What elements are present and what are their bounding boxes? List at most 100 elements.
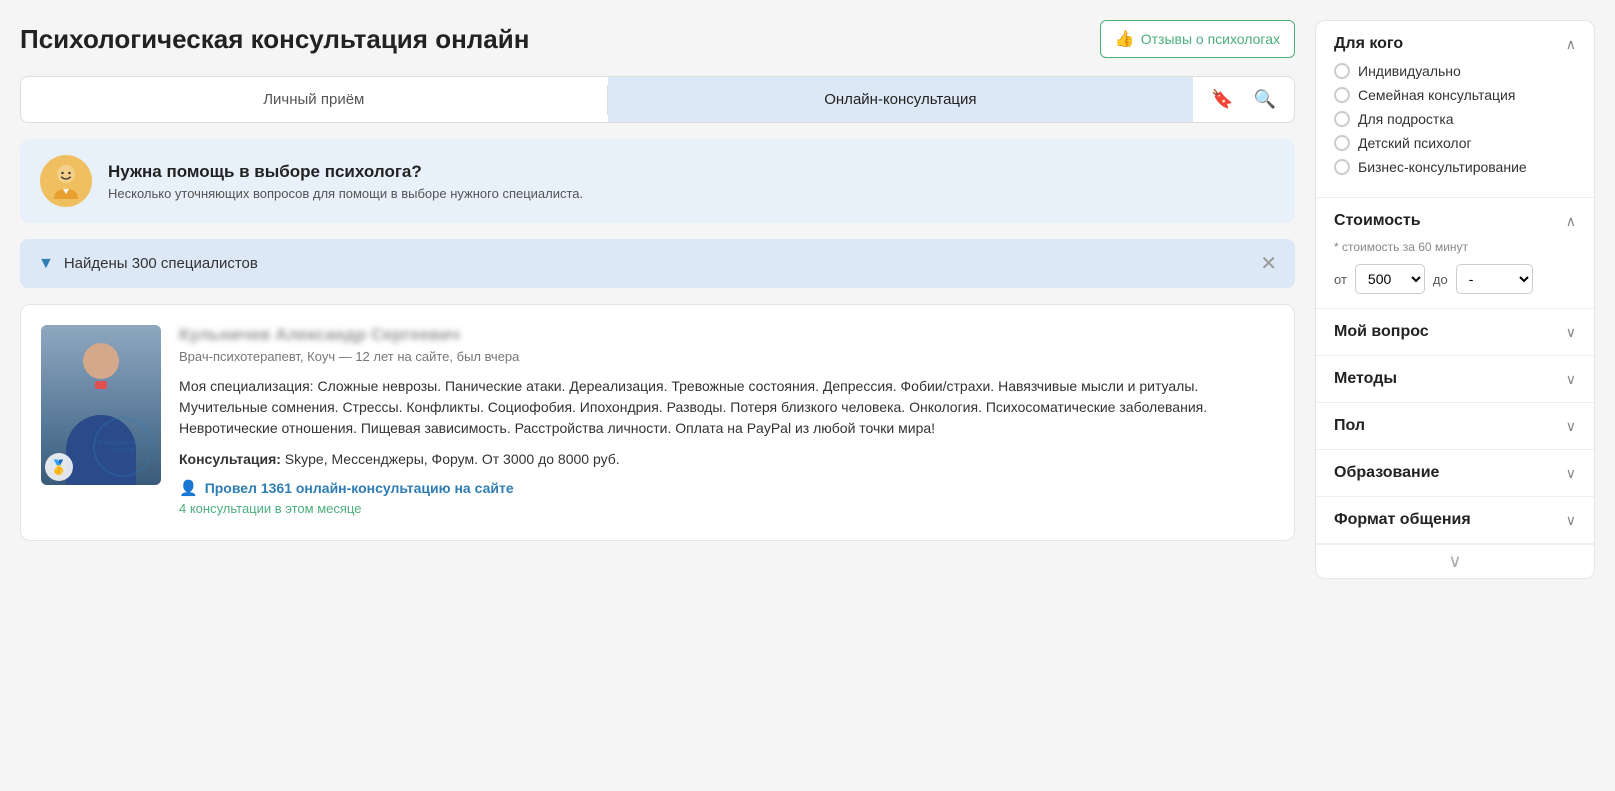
option-label-individualno: Индивидуально — [1358, 63, 1461, 79]
chevron-down-obrazovanie-icon: ∨ — [1566, 465, 1576, 482]
sidebar-section-header-stoimost[interactable]: Стоимость ∧ — [1334, 212, 1576, 230]
filter-option-individualno[interactable]: Индивидуально — [1334, 63, 1576, 79]
filter-options-stoimost: * стоимость за 60 минут от 500 1000 2000… — [1334, 240, 1576, 294]
page-title: Психологическая консультация онлайн — [20, 24, 529, 55]
specialist-description: Моя специализация: Сложные неврозы. Пани… — [179, 376, 1274, 439]
stat-row-count: 👤 Провел 1361 онлайн-консультацию на сай… — [179, 479, 1274, 497]
filter-option-biznes[interactable]: Бизнес-консультирование — [1334, 159, 1576, 175]
main-content: Психологическая консультация онлайн 👍 От… — [20, 20, 1295, 579]
cost-to-label: до — [1433, 272, 1448, 287]
watermark-area: Психологическая служба — [93, 417, 153, 477]
filter-close-button[interactable]: ✕ — [1260, 251, 1277, 276]
watermark-text: Психологическая служба — [95, 440, 151, 454]
filter-option-podrostok[interactable]: Для подростка — [1334, 111, 1576, 127]
tabs-row: Личный приём Онлайн-консультация 🔖 🔍 — [20, 76, 1295, 123]
chevron-down-moy-vopros-icon: ∨ — [1566, 324, 1576, 341]
cost-from-label: от — [1334, 272, 1347, 287]
reviews-label: Отзывы о психологах — [1141, 31, 1280, 47]
help-avatar — [40, 155, 92, 207]
help-banner[interactable]: Нужна помощь в выборе психолога? Несколь… — [20, 139, 1295, 223]
stat-person-icon: 👤 — [179, 479, 198, 497]
bookmark-button[interactable]: 🔖 — [1201, 81, 1243, 118]
sidebar-section-moy-vopros: Мой вопрос ∨ — [1316, 309, 1594, 356]
page-header: Психологическая консультация онлайн 👍 От… — [20, 20, 1295, 58]
sidebar-section-metody: Методы ∨ — [1316, 356, 1594, 403]
card-stats: 👤 Провел 1361 онлайн-консультацию на сай… — [179, 479, 1274, 516]
option-label-detskiy: Детский психолог — [1358, 135, 1472, 151]
filter-option-semeynaya[interactable]: Семейная консультация — [1334, 87, 1576, 103]
filter-bar: ▼ Найдены 300 специалистов ✕ — [20, 239, 1295, 288]
radio-semeynaya[interactable] — [1334, 87, 1350, 103]
card-info: Кульничев Александр Сергеевич Врач-психо… — [179, 325, 1274, 520]
filter-option-detskiy[interactable]: Детский психолог — [1334, 135, 1576, 151]
chevron-down-metody-icon: ∨ — [1566, 371, 1576, 388]
radio-individualno[interactable] — [1334, 63, 1350, 79]
sidebar-scroll-hint: ∨ — [1316, 544, 1594, 578]
help-title: Нужна помощь в выборе психолога? — [108, 162, 583, 182]
chevron-down-format-icon: ∨ — [1566, 512, 1576, 529]
photo-bow — [95, 381, 107, 389]
sidebar-section-format: Формат общения ∨ — [1316, 497, 1594, 544]
radio-podrostok[interactable] — [1334, 111, 1350, 127]
stat-row-month: 4 консультации в этом месяце — [179, 501, 1274, 516]
section-title-pol: Пол — [1334, 417, 1365, 435]
cost-note: * стоимость за 60 минут — [1334, 240, 1576, 254]
section-title-dlya-kogo: Для кого — [1334, 35, 1403, 53]
section-title-stoimost: Стоимость — [1334, 212, 1421, 230]
chevron-up-stoimost-icon: ∧ — [1566, 213, 1576, 230]
cost-from-select[interactable]: 500 1000 2000 3000 — [1355, 264, 1425, 294]
consultation-text: Skype, Мессенджеры, Форум. От 3000 до 80… — [285, 451, 620, 467]
sidebar-section-header-moy-vopros[interactable]: Мой вопрос ∨ — [1334, 323, 1576, 341]
filter-bar-left: ▼ Найдены 300 специалистов — [38, 255, 258, 273]
specialist-consultation: Консультация: Skype, Мессенджеры, Форум.… — [179, 451, 1274, 467]
search-icon: 🔍 — [1254, 89, 1276, 109]
sidebar-section-header-obrazovanie[interactable]: Образование ∨ — [1334, 464, 1576, 482]
cost-row: от 500 1000 2000 3000 до - 2000 5000 — [1334, 264, 1576, 294]
radio-detskiy[interactable] — [1334, 135, 1350, 151]
top-right-area: 👍 Отзывы о психологах — [1100, 20, 1295, 58]
thumb-icon: 👍 — [1115, 29, 1135, 49]
card-photo: 🥇 Психологическая служба — [41, 325, 161, 485]
filter-options-dlya-kogo: Индивидуально Семейная консультация Для … — [1334, 63, 1576, 175]
sidebar-section-header-format[interactable]: Формат общения ∨ — [1334, 511, 1576, 529]
consultation-label: Консультация: — [179, 451, 281, 467]
help-subtitle: Несколько уточняющих вопросов для помощи… — [108, 186, 583, 201]
sidebar-card: Для кого ∧ Индивидуально Семейная консул… — [1315, 20, 1595, 579]
tab-online[interactable]: Онлайн-консультация — [608, 77, 1194, 122]
sidebar-section-pol: Пол ∨ — [1316, 403, 1594, 450]
reviews-button[interactable]: 👍 Отзывы о психологах — [1100, 20, 1295, 58]
stat-count: Провел 1361 онлайн-консультацию на сайте — [205, 480, 514, 496]
photo-head — [83, 343, 119, 379]
cost-to-select[interactable]: - 2000 5000 10000 — [1456, 264, 1533, 294]
specialist-name[interactable]: Кульничев Александр Сергеевич — [179, 325, 1274, 345]
sidebar-section-header-metody[interactable]: Методы ∨ — [1334, 370, 1576, 388]
sidebar-section-obrazovanie: Образование ∨ — [1316, 450, 1594, 497]
stat-month: 4 консультации в этом месяце — [179, 501, 361, 516]
section-title-obrazovanie: Образование — [1334, 464, 1439, 482]
specialist-subtitle: Врач-психотерапевт, Коуч — 12 лет на сай… — [179, 349, 1274, 364]
option-label-semeynaya: Семейная консультация — [1358, 87, 1515, 103]
scroll-chevron-icon: ∨ — [1448, 551, 1461, 572]
tab-actions: 🔖 🔍 — [1193, 81, 1294, 118]
section-title-format: Формат общения — [1334, 511, 1471, 529]
option-label-biznes: Бизнес-консультирование — [1358, 159, 1527, 175]
sidebar-section-dlya-kogo: Для кого ∧ Индивидуально Семейная консул… — [1316, 21, 1594, 198]
avatar-svg — [46, 161, 86, 201]
section-title-metody: Методы — [1334, 370, 1397, 388]
filter-count: Найдены 300 специалистов — [64, 255, 258, 272]
bookmark-icon: 🔖 — [1211, 89, 1233, 109]
sidebar-section-stoimost: Стоимость ∧ * стоимость за 60 минут от 5… — [1316, 198, 1594, 309]
specialist-card: 🥇 Психологическая служба Кульничев Алекс… — [20, 304, 1295, 541]
sidebar: Для кого ∧ Индивидуально Семейная консул… — [1315, 20, 1595, 579]
help-avatar-circle — [40, 155, 92, 207]
chevron-down-pol-icon: ∨ — [1566, 418, 1576, 435]
search-button[interactable]: 🔍 — [1244, 81, 1286, 118]
tab-personal[interactable]: Личный приём — [21, 77, 607, 122]
card-top: 🥇 Психологическая служба Кульничев Алекс… — [41, 325, 1274, 520]
help-text: Нужна помощь в выборе психолога? Несколь… — [108, 162, 583, 201]
radio-biznes[interactable] — [1334, 159, 1350, 175]
photo-badge: 🥇 — [45, 453, 73, 481]
sidebar-section-header-dlya-kogo[interactable]: Для кого ∧ — [1334, 35, 1576, 53]
sidebar-section-header-pol[interactable]: Пол ∨ — [1334, 417, 1576, 435]
section-title-moy-vopros: Мой вопрос — [1334, 323, 1429, 341]
